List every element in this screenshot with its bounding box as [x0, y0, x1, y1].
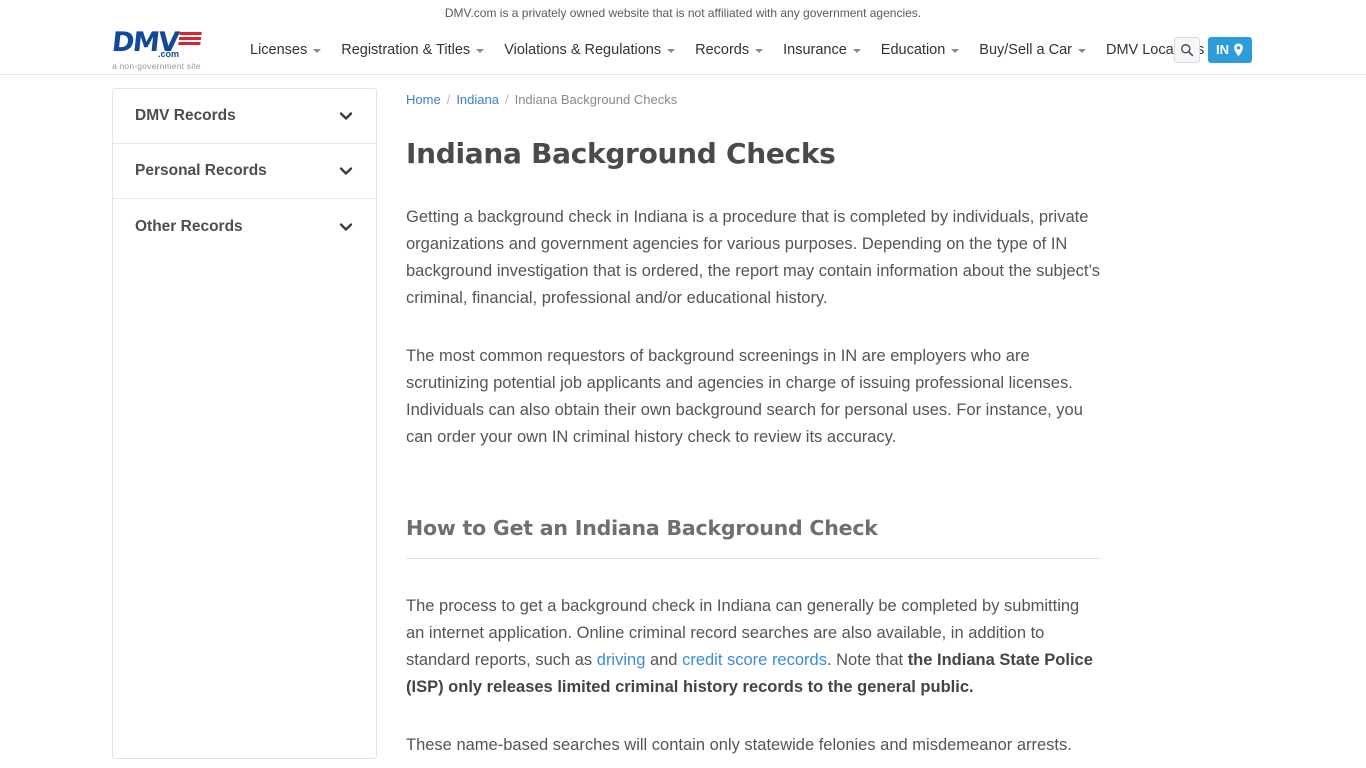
page-title: Indiana Background Checks: [406, 137, 836, 170]
main-navigation: Licenses Registration & Titles Violation…: [240, 25, 1214, 74]
link-driving-records[interactable]: driving: [597, 651, 646, 669]
logo-tagline: a non-government site: [112, 60, 201, 71]
sidebar-item-label: Other Records: [135, 217, 243, 235]
sidebar-item-other-records[interactable]: Other Records: [113, 199, 376, 254]
chevron-down-icon: [339, 167, 353, 175]
chevron-down-icon: [852, 48, 861, 53]
chevron-down-icon: [1077, 48, 1086, 53]
nav-label: Insurance: [783, 41, 847, 58]
section-paragraph-1: The process to get a background check in…: [406, 593, 1101, 701]
chevron-down-icon: [667, 48, 676, 53]
site-logo[interactable]: DMV .com a non-government site: [110, 26, 224, 71]
logo-flag-stripes-icon: [178, 31, 202, 45]
paragraph-text-part: . Note that: [826, 651, 908, 669]
nav-item-insurance[interactable]: Insurance: [773, 25, 871, 74]
map-pin-icon: [1234, 43, 1243, 56]
chevron-down-icon: [339, 112, 353, 120]
chevron-down-icon: [476, 48, 485, 53]
nav-item-licenses[interactable]: Licenses: [240, 25, 331, 74]
sidebar-item-dmv-records[interactable]: DMV Records: [113, 89, 376, 144]
nav-label: Registration & Titles: [341, 41, 471, 58]
page-body: DMV Records Personal Records Other Recor…: [0, 75, 1366, 759]
search-button[interactable]: [1174, 36, 1200, 63]
nav-item-records[interactable]: Records: [685, 25, 773, 74]
disclaimer-text: DMV.com is a privately owned website tha…: [444, 5, 922, 20]
chevron-down-icon: [313, 48, 322, 53]
main-content: Home / Indiana / Indiana Background Chec…: [406, 88, 1161, 759]
state-selector-button[interactable]: IN: [1208, 36, 1252, 63]
nav-label: Buy/Sell a Car: [979, 41, 1072, 58]
logo-wordmark: DMV: [110, 26, 180, 58]
state-selector-label: IN: [1216, 42, 1229, 57]
section-paragraph-2: These name-based searches will contain o…: [406, 736, 1072, 754]
chevron-down-icon: [951, 48, 960, 53]
header-actions: IN: [1174, 25, 1252, 74]
breadcrumb-link-home[interactable]: Home: [406, 92, 441, 107]
sidebar-item-personal-records[interactable]: Personal Records: [113, 144, 376, 199]
nav-item-buy-sell-a-car[interactable]: Buy/Sell a Car: [969, 25, 1096, 74]
paragraph-text-part: and: [645, 651, 683, 669]
sidebar-item-label: Personal Records: [135, 162, 267, 179]
breadcrumb-link-indiana[interactable]: Indiana: [456, 92, 499, 107]
chevron-down-icon: [339, 222, 353, 231]
nav-label: Violations & Regulations: [504, 41, 662, 58]
chevron-down-icon: [755, 48, 764, 53]
link-credit-score-records[interactable]: credit score records: [682, 651, 827, 669]
intro-paragraph-1: Getting a background check in Indiana is…: [406, 208, 1101, 307]
sidebar-item-label: DMV Records: [135, 107, 236, 124]
search-icon: [1181, 43, 1194, 56]
nav-label: Licenses: [250, 41, 308, 58]
section-heading-how-to-get: How to Get an Indiana Background Check: [406, 516, 1101, 559]
sidebar-accordion: DMV Records Personal Records Other Recor…: [112, 88, 377, 759]
nav-label: Education: [880, 41, 946, 58]
nav-label: Records: [695, 41, 750, 58]
breadcrumb-current: Indiana Background Checks: [514, 92, 678, 107]
nav-item-registration-titles[interactable]: Registration & Titles: [331, 25, 494, 74]
intro-paragraph-2: The most common requestors of background…: [406, 347, 1083, 446]
breadcrumb: Home / Indiana / Indiana Background Chec…: [406, 92, 1101, 107]
nav-item-education[interactable]: Education: [871, 25, 970, 74]
site-header: DMV .com a non-government site Licenses …: [0, 25, 1366, 75]
breadcrumb-separator: /: [446, 92, 451, 107]
breadcrumb-separator: /: [504, 92, 509, 107]
top-disclaimer-bar: DMV.com is a privately owned website tha…: [0, 0, 1366, 25]
nav-item-violations-regulations[interactable]: Violations & Regulations: [494, 25, 685, 74]
